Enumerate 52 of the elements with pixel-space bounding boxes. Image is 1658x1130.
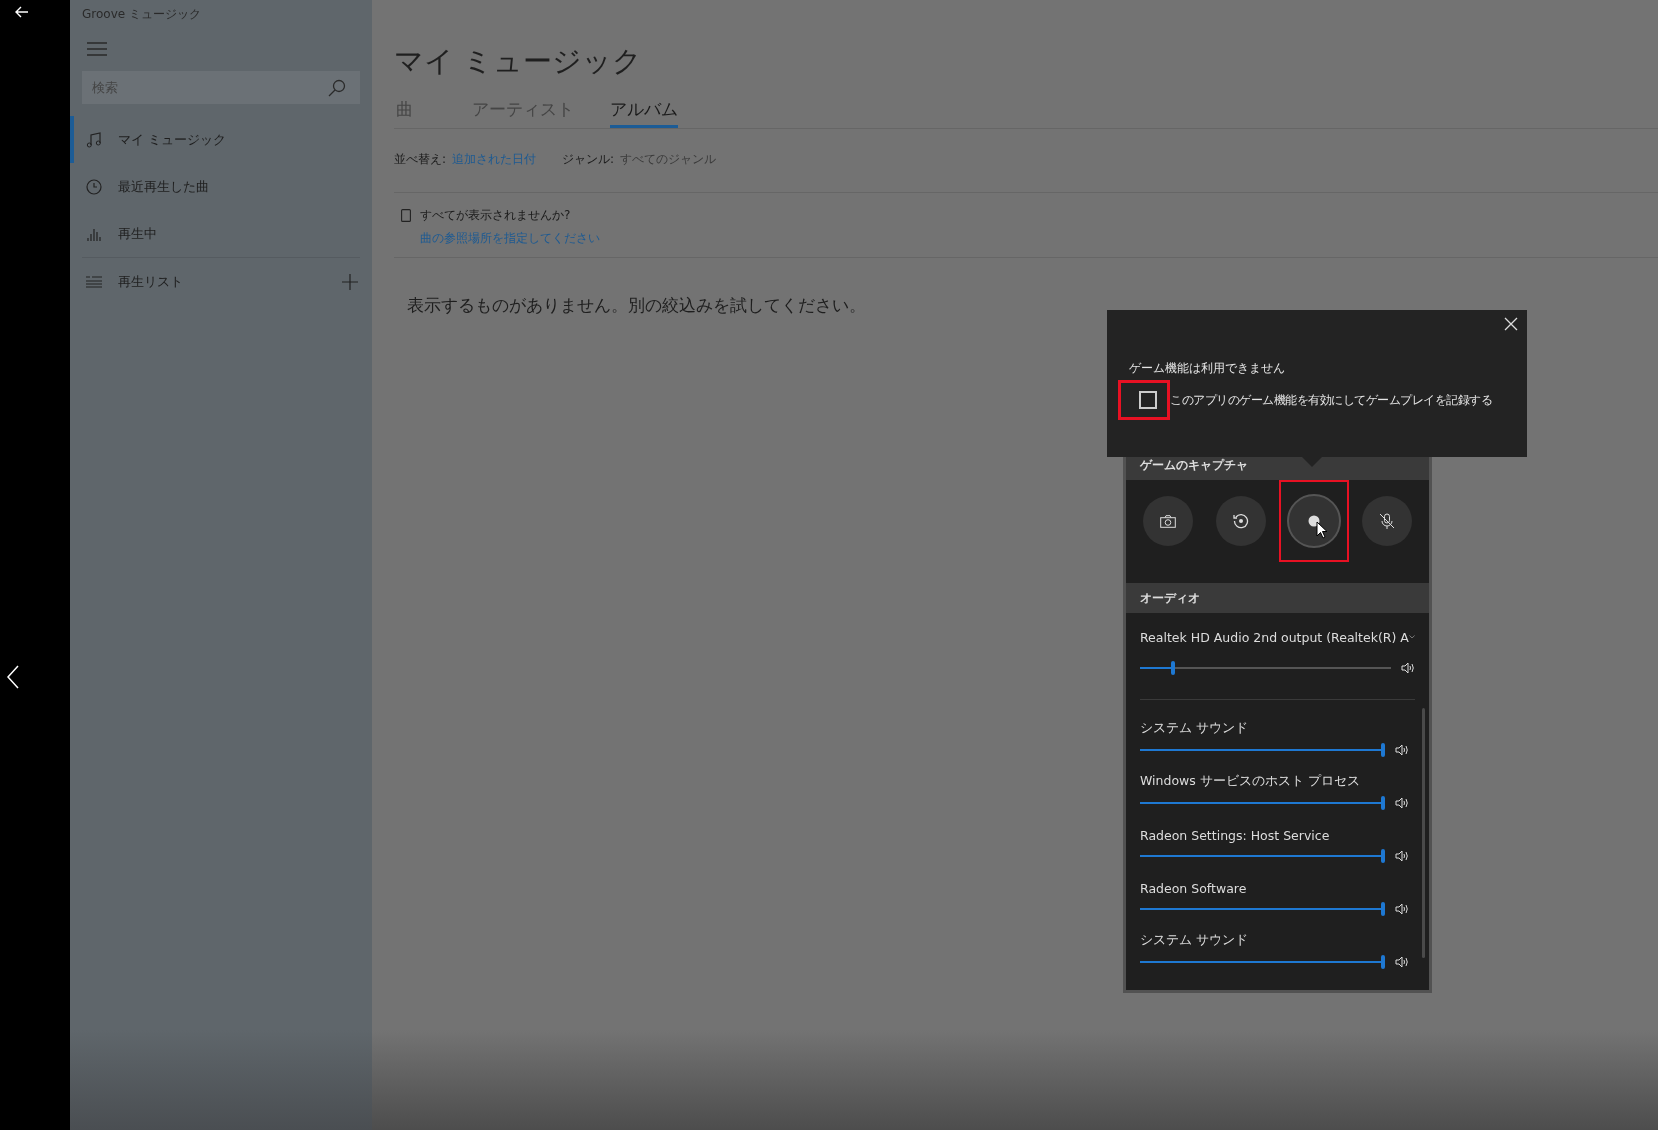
replay-icon (1233, 513, 1250, 529)
speaker-icon[interactable] (1395, 903, 1409, 915)
sort-label: 並べ替え: (394, 151, 447, 168)
volume-slider[interactable] (1140, 902, 1385, 916)
close-icon[interactable] (1504, 317, 1518, 331)
volume-slider[interactable] (1140, 955, 1385, 969)
speaker-icon[interactable] (1395, 797, 1409, 809)
document-icon (401, 209, 411, 222)
page-title: マイ ミュージック (394, 43, 644, 80)
volume-slider[interactable] (1140, 661, 1391, 675)
speaker-icon[interactable] (1395, 850, 1409, 862)
nav-item[interactable]: 最近再生した曲 (70, 163, 360, 210)
chevron-left-icon[interactable] (7, 665, 19, 689)
device-dropdown[interactable]: Realtek HD Audio 2nd output (Realtek(R) A (1140, 629, 1409, 645)
genre-label: ジャンル: (562, 151, 615, 168)
speaker-icon[interactable] (1395, 744, 1409, 756)
folder-link[interactable]: 曲の参照場所を指定してください (401, 230, 600, 247)
record-button[interactable] (1286, 494, 1341, 548)
tab[interactable]: アルバム (610, 98, 678, 128)
section-header: オーディオ (1126, 583, 1429, 613)
music-note-icon (86, 131, 102, 148)
empty-message: 表示するものがありません。別の絞込みを試してください。 (407, 294, 867, 317)
notice-text: すべてが表示されませんか? (420, 207, 571, 224)
scrollbar[interactable] (1422, 708, 1425, 958)
speaker-icon[interactable] (1401, 662, 1415, 674)
playlist-item[interactable]: 再生リスト (118, 272, 183, 291)
app-name: システム サウンド (1140, 720, 1249, 737)
speaker-icon[interactable] (1395, 956, 1409, 968)
volume-slider[interactable] (1140, 796, 1385, 810)
app-name: Radeon Settings: Host Service (1140, 828, 1331, 843)
search-icon[interactable] (328, 79, 346, 97)
playlist-icon (86, 274, 102, 289)
app-name: システム サウンド (1140, 932, 1249, 949)
camera-icon (1160, 514, 1177, 528)
popup-heading: ゲーム機能は利用できません (1129, 360, 1286, 377)
screenshot-button[interactable] (1143, 496, 1194, 546)
clock-icon (86, 178, 102, 195)
volume-slider[interactable] (1140, 849, 1385, 863)
chevron-down-icon[interactable] (1408, 633, 1415, 641)
sort-link[interactable]: 追加された日付 (452, 151, 537, 168)
nav-item[interactable]: 再生中 (70, 210, 360, 257)
mic-off-icon (1378, 513, 1395, 529)
mic-button[interactable] (1361, 496, 1412, 546)
nav-item[interactable]: マイ ミュージック (70, 116, 360, 163)
replay-button[interactable] (1216, 496, 1267, 546)
checkbox-label: このアプリのゲーム機能を有効にしてゲームプレイを記録する (1170, 391, 1492, 409)
volume-slider[interactable] (1140, 743, 1385, 757)
app-name: Windows サービスのホスト プロセス (1140, 773, 1361, 790)
app-name: Radeon Software (1140, 881, 1248, 896)
checkbox[interactable] (1139, 391, 1157, 409)
back-arrow-icon[interactable] (15, 6, 29, 18)
mouse-cursor-icon (1315, 521, 1328, 539)
